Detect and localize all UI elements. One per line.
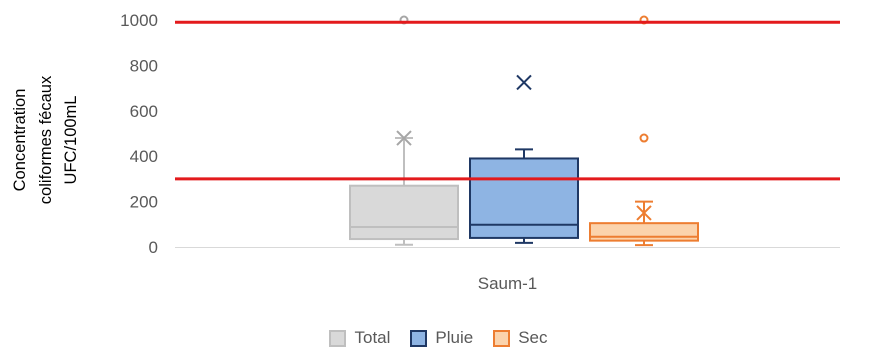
legend-item-total[interactable]: Total (329, 328, 390, 348)
y-axis-title-line-1: Concentration (11, 89, 29, 192)
box-total (349, 15, 459, 246)
y-tick-label: 1000 (120, 11, 158, 30)
legend: Total Pluie Sec (0, 326, 877, 350)
y-tick-label: 400 (130, 147, 158, 166)
box-pluie (469, 74, 579, 244)
legend-item-sec[interactable]: Sec (493, 328, 548, 348)
legend-item-pluie[interactable]: Pluie (410, 328, 473, 348)
box-body-total (349, 184, 459, 241)
reference-lines (175, 20, 840, 181)
legend-swatch-sec (493, 329, 511, 347)
box-body-sec (589, 222, 699, 242)
y-axis-ticks: 0 200 400 600 800 1000 (120, 11, 158, 257)
outlier-point-sec (639, 133, 649, 143)
plot-area (349, 15, 699, 247)
box-sec (589, 15, 699, 247)
y-tick-label: 600 (130, 102, 158, 121)
chart: Concentration coliformes fécaux UFC/100m… (11, 11, 840, 293)
y-axis-title-line-2: coliformes fécaux (37, 75, 55, 204)
box-body-pluie (469, 157, 579, 239)
legend-swatch-total (329, 329, 347, 347)
legend-swatch-pluie (410, 329, 428, 347)
legend-label-total: Total (354, 328, 391, 347)
x-category-label: Saum-1 (478, 274, 538, 293)
y-axis-title-line-3: UFC/100mL (62, 96, 80, 185)
y-tick-label: 800 (130, 56, 158, 75)
y-tick-label: 200 (130, 193, 158, 212)
legend-label-sec: Sec (518, 328, 548, 347)
y-tick-label: 0 (149, 238, 158, 257)
legend-label-pluie: Pluie (435, 328, 474, 347)
